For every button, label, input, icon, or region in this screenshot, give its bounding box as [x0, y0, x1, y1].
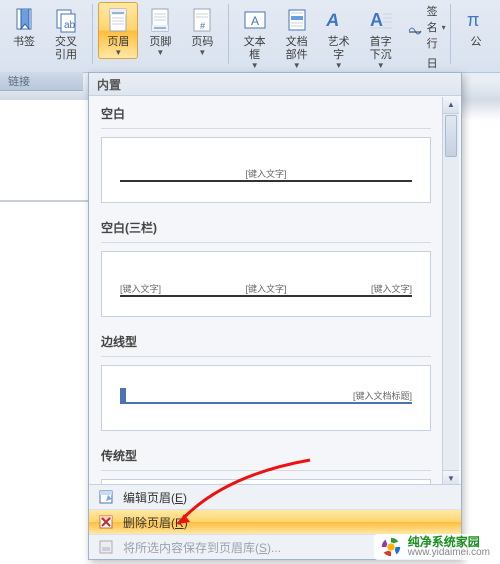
svg-text:#: #: [200, 21, 205, 31]
textbox-icon: A: [239, 4, 271, 36]
group-text: A 文本框 ▼ 文档部件 ▼ A 艺术字 ▼: [231, 0, 405, 72]
chevron-down-icon: ▼: [377, 62, 385, 70]
group-truncated: π 公: [452, 0, 500, 72]
group-label-links: 链接: [0, 72, 83, 91]
wordart-label: 艺术字: [323, 36, 355, 62]
gallery-preview: [键入文字] [键入文字] [键入文字]: [101, 251, 431, 317]
document-area: [0, 100, 90, 202]
page-number-button[interactable]: # 页码 ▼: [182, 2, 222, 59]
signature-line-label: 签名行: [427, 3, 438, 51]
chevron-down-icon: ▼: [114, 49, 122, 57]
wordart-button[interactable]: A 艺术字 ▼: [319, 2, 359, 72]
watermark-url: www.yidaimei.com: [408, 548, 490, 558]
truncated-button[interactable]: π 公: [456, 2, 496, 51]
bookmark-label: 书签: [13, 36, 35, 49]
bookmark-button[interactable]: 书签: [4, 2, 44, 64]
gallery-item-blank[interactable]: 空白 [键入文字]: [91, 97, 441, 211]
cross-reference-label: 交叉 引用: [55, 36, 77, 62]
gallery-preview: [键入文字]: [101, 137, 431, 203]
chevron-down-icon: ▼: [251, 62, 259, 70]
footer-button[interactable]: 页脚 ▼: [140, 2, 180, 59]
gallery-item-title: 边线型: [101, 329, 431, 357]
gallery-preview: [键入文档标题]: [101, 365, 431, 431]
bookmark-icon: [8, 4, 40, 36]
edit-header-icon: [97, 488, 115, 506]
textbox-button[interactable]: A 文本框 ▼: [235, 2, 275, 72]
group-header-footer: 页眉 ▼ 页脚 ▼ # 页码 ▼: [94, 0, 226, 72]
group-links: 书签 ab 交叉 引用: [0, 0, 90, 72]
edit-header-action[interactable]: 编辑页眉(E): [89, 485, 461, 509]
chevron-down-icon: ▾: [442, 23, 446, 32]
svg-text:ab: ab: [64, 20, 76, 31]
drop-cap-icon: A: [365, 4, 397, 36]
footer-icon: [144, 4, 176, 36]
chevron-down-icon: ▼: [335, 62, 343, 70]
signature-line-button[interactable]: 签名行 ▾: [405, 2, 448, 52]
scroll-thumb[interactable]: [445, 115, 457, 157]
svg-text:A: A: [325, 10, 341, 30]
drop-cap-label: 首字下沉: [365, 36, 397, 62]
gallery-item-blank-three-columns[interactable]: 空白(三栏) [键入文字] [键入文字] [键入文字]: [91, 211, 441, 325]
header-dropdown-panel: 内置 空白 [键入文字] 空白(三栏) [键入文字] [键入文字] [键入文字]: [88, 72, 462, 560]
save-to-gallery-label: 将所选内容保存到页眉库(S)...: [123, 539, 281, 556]
watermark-logo-icon: [380, 536, 402, 558]
svg-text:A: A: [370, 10, 383, 30]
ribbon: 书签 ab 交叉 引用 页眉 ▼: [0, 0, 500, 73]
page-number-icon: #: [186, 4, 218, 36]
app-canvas: 书签 ab 交叉 引用 页眉 ▼: [0, 0, 500, 564]
remove-header-icon: [97, 513, 115, 531]
header-gallery: 空白 [键入文字] 空白(三栏) [键入文字] [键入文字] [键入文字] 边线…: [91, 97, 441, 487]
save-to-gallery-icon: [97, 538, 115, 556]
edit-header-label: 编辑页眉(E): [123, 489, 187, 506]
mini-list: 签名行 ▾ 5 日期和时间 对象 ▾: [405, 0, 448, 72]
cross-reference-icon: ab: [50, 4, 82, 36]
gallery-item-title: 传统型: [101, 443, 431, 471]
watermark: 纯净系统家园 www.yidaimei.com: [374, 534, 496, 560]
gallery-item-title: 空白(三栏): [101, 215, 431, 243]
signature-icon: [407, 19, 423, 35]
gallery-item-title: 空白: [101, 101, 431, 129]
wordart-icon: A: [323, 4, 355, 36]
cross-reference-button[interactable]: ab 交叉 引用: [46, 2, 86, 64]
quick-parts-icon: [281, 4, 313, 36]
panel-section-builtin: 内置: [89, 73, 461, 96]
gallery-scrollbar[interactable]: ▲ ▼: [442, 97, 459, 487]
chevron-down-icon: ▼: [198, 49, 206, 57]
drop-cap-button[interactable]: A 首字下沉 ▼: [361, 2, 401, 72]
remove-header-action[interactable]: 删除页眉(R): [89, 509, 461, 534]
remove-header-label: 删除页眉(R): [123, 514, 188, 531]
header-button[interactable]: 页眉 ▼: [98, 2, 138, 59]
equation-icon: π: [460, 4, 492, 36]
header-icon: [102, 4, 134, 36]
scroll-up-button[interactable]: ▲: [443, 97, 459, 114]
chevron-down-icon: ▼: [293, 62, 301, 70]
quick-parts-label: 文档部件: [281, 36, 313, 62]
chevron-down-icon: ▼: [156, 49, 164, 57]
quick-parts-button[interactable]: 文档部件 ▼: [277, 2, 317, 72]
gallery-item-traditional[interactable]: 传统型 [键入文档标题] [选取日期]: [91, 439, 441, 487]
svg-text:π: π: [467, 10, 479, 30]
gallery-item-sideline[interactable]: 边线型 [键入文档标题]: [91, 325, 441, 439]
textbox-label: 文本框: [239, 36, 271, 62]
svg-text:A: A: [251, 14, 259, 28]
